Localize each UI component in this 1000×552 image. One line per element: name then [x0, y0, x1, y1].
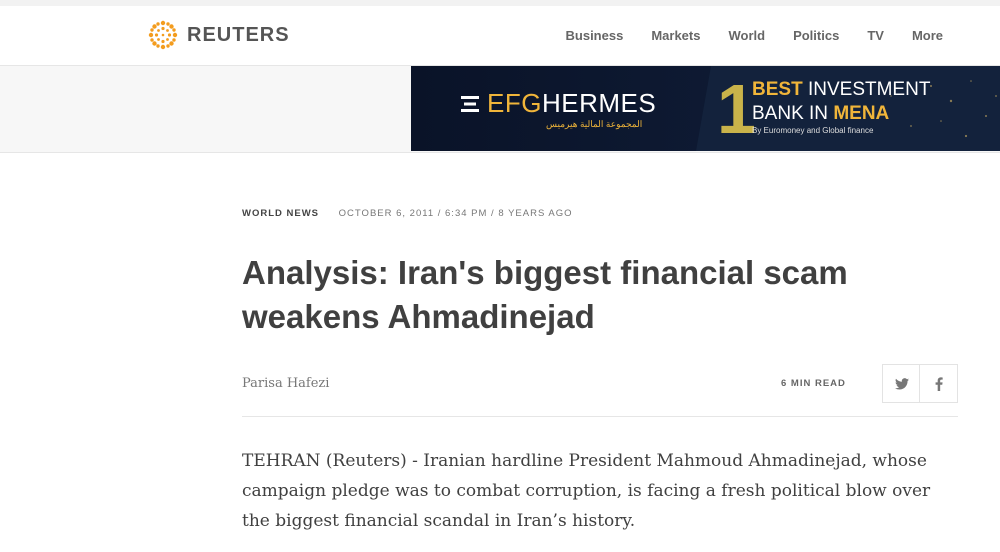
article-date: OCTOBER 6, 2011 / 6:34 PM / 8 YEARS AGO: [338, 208, 573, 219]
nav-item-tv[interactable]: TV: [867, 28, 884, 43]
ad-attribution: By Euromoney and Global finance: [752, 126, 874, 135]
section-link[interactable]: WORLD NEWS: [242, 208, 319, 219]
facebook-icon: [935, 376, 943, 391]
nav-item-business[interactable]: Business: [566, 28, 624, 43]
logo-text: REUTERS: [187, 23, 290, 46]
article-headline: Analysis: Iran's biggest financial scam …: [242, 254, 848, 335]
ad-brand-name: EFGHERMES: [487, 88, 657, 118]
author-byline[interactable]: Parisa Hafezi: [242, 376, 329, 391]
twitter-icon: [894, 377, 909, 390]
efg-hermes-logo-icon: [461, 95, 479, 112]
article-meta: WORLD NEWS OCTOBER 6, 2011 / 6:34 PM / 8…: [242, 208, 573, 219]
reuters-logo-icon: [148, 20, 178, 50]
ad-headline-line1: BEST INVESTMENT: [752, 79, 931, 100]
reuters-logo[interactable]: REUTERS: [147, 19, 290, 51]
nav-item-politics[interactable]: Politics: [793, 28, 839, 43]
ad-band: EFGHERMES المجموعة المالية هيرميس 1 BEST…: [0, 66, 1000, 153]
ad-rank-number: 1: [717, 70, 756, 148]
share-facebook-button[interactable]: [919, 364, 958, 403]
article-body-paragraph: TEHRAN (Reuters) - Iranian hardline Pres…: [242, 451, 931, 531]
advertisement-banner[interactable]: EFGHERMES المجموعة المالية هيرميس 1 BEST…: [411, 66, 1000, 151]
nav-item-more[interactable]: More: [912, 28, 943, 43]
site-header: REUTERS Business Markets World Politics …: [0, 6, 1000, 66]
main-nav: Business Markets World Politics TV More: [538, 6, 943, 65]
nav-item-world[interactable]: World: [728, 28, 765, 43]
ad-headline-line2: BANK IN MENA: [752, 103, 890, 124]
ad-arabic-tagline: المجموعة المالية هيرميس: [546, 119, 643, 129]
ad-brand: EFGHERMES: [461, 88, 656, 119]
divider: [242, 416, 958, 417]
read-time: 6 MIN READ: [781, 378, 846, 389]
nav-item-markets[interactable]: Markets: [651, 28, 700, 43]
share-twitter-button[interactable]: [882, 364, 921, 403]
